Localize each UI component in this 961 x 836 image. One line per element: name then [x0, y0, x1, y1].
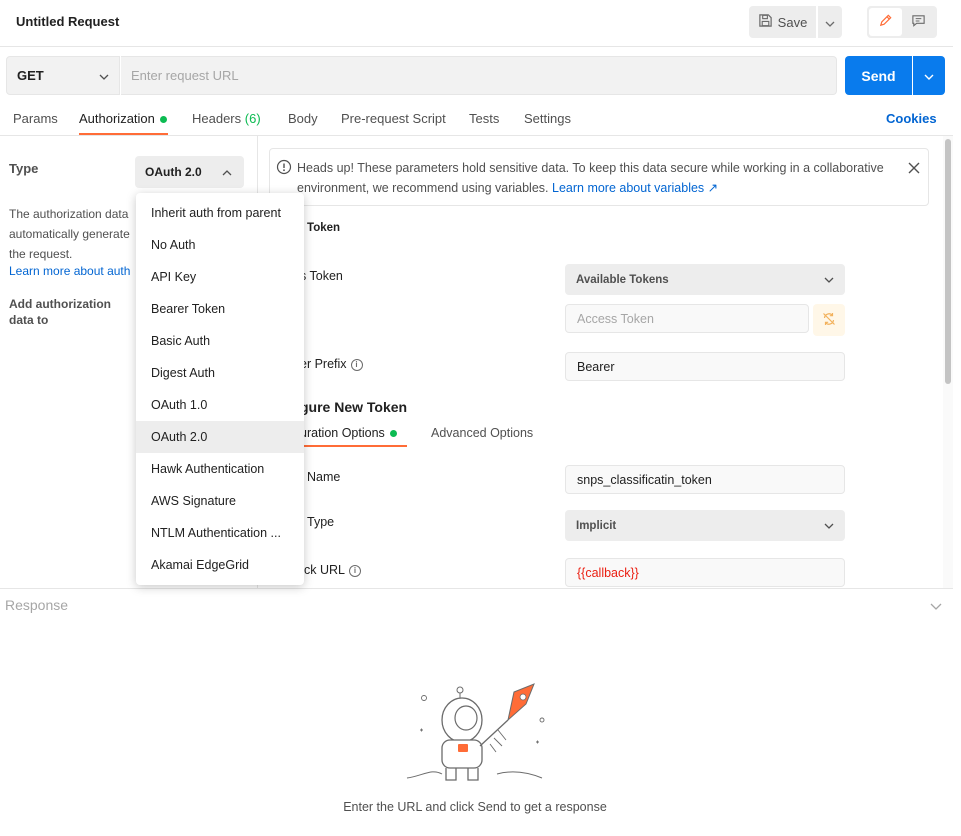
save-label: Save [777, 14, 808, 30]
tab-body[interactable]: Body [288, 111, 318, 126]
response-divider [0, 588, 953, 589]
access-token-label: s Token [300, 269, 343, 283]
dropdown-item-oauth-2[interactable]: OAuth 2.0 [136, 421, 304, 453]
grant-type-label: Type [307, 515, 335, 529]
token-name-label: Name [307, 470, 341, 484]
dropdown-item-inherit-auth[interactable]: Inherit auth from parent [136, 197, 304, 229]
tab-headers-label: Headers [192, 111, 242, 126]
grant-type-value: Implicit [576, 519, 617, 532]
current-token-heading: t Token [300, 222, 341, 234]
view-mode-toggle [867, 6, 937, 38]
callback-url-label: ck URL i [304, 563, 361, 577]
dropdown-item-api-key[interactable]: API Key [136, 261, 304, 293]
available-tokens-value: Available Tokens [576, 273, 669, 286]
header-prefix-label: er Prefix i [300, 357, 363, 371]
astronaut-illustration-icon [402, 680, 552, 793]
token-name-input[interactable]: snps_classificatin_token [565, 465, 845, 494]
available-tokens-select[interactable]: Available Tokens [565, 264, 845, 295]
comment-icon [911, 13, 926, 31]
headers-count: (6) [244, 111, 261, 126]
header-divider [0, 46, 953, 47]
sync-token-button[interactable] [813, 304, 845, 336]
dropdown-item-ntlm-auth[interactable]: NTLM Authentication ... [136, 517, 304, 549]
learn-more-variables-link[interactable]: Learn more about variables ↗ [552, 181, 718, 195]
cookies-link[interactable]: Cookies [886, 111, 937, 126]
tab-headers[interactable]: Headers (6) [192, 111, 261, 126]
learn-more-auth-link[interactable]: Learn more about auth [9, 264, 137, 278]
chevron-down-icon [924, 68, 934, 83]
chevron-down-icon [824, 274, 834, 286]
tab-authorization[interactable]: Authorization [79, 111, 167, 126]
chevron-down-icon [825, 15, 835, 30]
tab-advanced-options[interactable]: Advanced Options [431, 426, 533, 440]
scrollbar-thumb[interactable] [945, 139, 951, 384]
callback-url-input[interactable]: {{callback}} [565, 558, 845, 587]
header-prefix-text: er Prefix [300, 357, 347, 371]
callback-url-text: ck URL [304, 563, 345, 577]
save-button[interactable]: Save [749, 6, 816, 38]
tab-configuration-options[interactable]: uration Options [300, 426, 397, 440]
header-prefix-value: Bearer [577, 359, 615, 374]
dropdown-item-no-auth[interactable]: No Auth [136, 229, 304, 261]
chevron-down-icon [824, 520, 834, 532]
dropdown-item-bearer-token[interactable]: Bearer Token [136, 293, 304, 325]
auth-description-line: automatically generate [9, 227, 130, 241]
url-input[interactable]: Enter request URL [121, 56, 837, 95]
close-icon[interactable] [908, 162, 920, 177]
warning-icon [276, 159, 292, 178]
alert-text: Heads up! These parameters hold sensitiv… [297, 158, 907, 198]
status-dot-icon [389, 430, 397, 438]
dropdown-item-akamai-edgegrid[interactable]: Akamai EdgeGrid [136, 549, 304, 581]
chevron-down-icon [99, 68, 109, 83]
configure-new-token-heading: gure New Token [300, 399, 408, 415]
access-token-input[interactable]: Access Token [565, 304, 809, 333]
request-title[interactable]: Untitled Request [16, 14, 119, 29]
active-subtab-indicator [286, 445, 407, 447]
tab-tests[interactable]: Tests [469, 111, 499, 126]
method-value: GET [17, 68, 44, 83]
dropdown-item-aws-signature[interactable]: AWS Signature [136, 485, 304, 517]
auth-description-line: the request. [9, 247, 73, 261]
tab-authorization-label: Authorization [79, 111, 155, 126]
chevron-down-icon[interactable] [930, 598, 942, 613]
comments-button[interactable] [902, 8, 935, 36]
status-dot-icon [159, 116, 167, 124]
floppy-disk-icon [758, 13, 773, 31]
grant-type-select[interactable]: Implicit [565, 510, 845, 541]
auth-description: The authorization data automatically gen… [9, 204, 137, 264]
tab-params[interactable]: Params [13, 111, 58, 126]
response-heading: Response [5, 597, 69, 613]
auth-type-dropdown: Inherit auth from parent No Auth API Key… [136, 193, 304, 585]
dropdown-item-hawk-auth[interactable]: Hawk Authentication [136, 453, 304, 485]
save-options-button[interactable] [818, 6, 842, 38]
send-button[interactable]: Send [845, 56, 912, 95]
dropdown-item-oauth-1[interactable]: OAuth 1.0 [136, 389, 304, 421]
dropdown-item-digest-auth[interactable]: Digest Auth [136, 357, 304, 389]
chevron-up-icon [222, 165, 232, 179]
tab-pre-request-script[interactable]: Pre-request Script [341, 111, 446, 126]
method-select[interactable]: GET [6, 56, 120, 95]
info-icon[interactable]: i [350, 358, 363, 371]
tabs-divider [0, 135, 953, 136]
sensitive-data-alert: Heads up! These parameters hold sensitiv… [269, 148, 929, 206]
send-options-button[interactable] [913, 56, 945, 95]
token-name-value: snps_classificatin_token [577, 472, 712, 487]
sync-off-icon [821, 311, 837, 330]
tab-settings[interactable]: Settings [524, 111, 571, 126]
dropdown-item-basic-auth[interactable]: Basic Auth [136, 325, 304, 357]
auth-description-line: The authorization data [9, 207, 129, 221]
header-prefix-input[interactable]: Bearer [565, 352, 845, 381]
info-icon[interactable]: i [348, 564, 361, 577]
auth-type-label: Type [9, 161, 39, 176]
edit-mode-button[interactable] [869, 8, 902, 36]
response-empty-hint: Enter the URL and click Send to get a re… [343, 800, 607, 814]
callback-url-value: {{callback}} [577, 565, 639, 580]
access-token-placeholder: Access Token [577, 311, 654, 326]
pencil-icon [878, 13, 893, 31]
auth-type-select[interactable]: OAuth 2.0 [135, 156, 244, 188]
auth-type-value: OAuth 2.0 [145, 165, 202, 179]
configuration-options-label: uration Options [300, 426, 385, 440]
add-auth-data-label: Add authorization data to [9, 297, 111, 327]
save-group: Save [749, 6, 842, 38]
